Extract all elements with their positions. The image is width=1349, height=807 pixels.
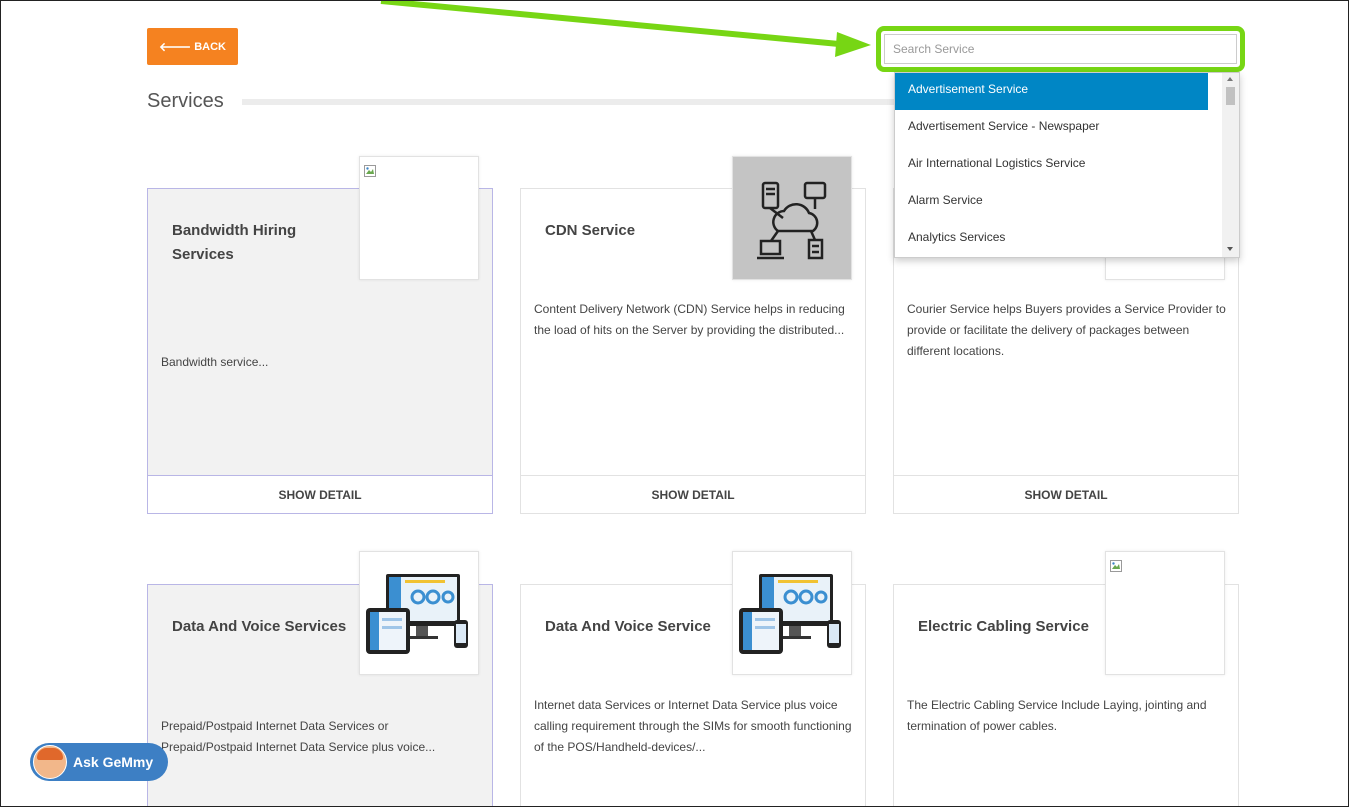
scroll-up-icon[interactable] (1227, 77, 1233, 81)
title-divider (242, 99, 894, 105)
card-image (359, 551, 479, 675)
dropdown-option[interactable]: Alarm Service (895, 184, 1208, 221)
arrow-left-icon: 🡐 (159, 40, 192, 54)
search-suggestions-dropdown[interactable]: Advertisement Service Advertisement Serv… (894, 72, 1240, 258)
dropdown-option[interactable]: Analytics Services (895, 221, 1208, 257)
scroll-thumb[interactable] (1226, 87, 1235, 105)
broken-image-icon (364, 165, 376, 177)
card-description: Internet data Services or Internet Data … (534, 698, 852, 754)
ask-gemmy-label: Ask GeMmy (73, 754, 154, 770)
cloud-network-icon (733, 157, 851, 279)
scroll-down-icon[interactable] (1227, 247, 1233, 251)
card-image (732, 156, 852, 280)
broken-image-icon (1110, 560, 1122, 572)
back-button[interactable]: 🡐 BACK (147, 28, 238, 65)
devices-dashboard-icon (366, 574, 468, 654)
card-title: Electric Cabling Service (918, 618, 1089, 635)
card-description: Content Delivery Network (CDN) Service h… (534, 302, 845, 337)
page-title: Services (147, 90, 224, 112)
card-image (732, 551, 852, 675)
show-detail-button[interactable]: SHOW DETAIL (147, 475, 493, 514)
devices-dashboard-icon (739, 574, 841, 654)
back-label: BACK (194, 40, 226, 53)
dropdown-option[interactable]: Air International Logistics Service (895, 147, 1208, 184)
dropdown-option[interactable]: Advertisement Service - Newspaper (895, 110, 1208, 147)
show-detail-button[interactable]: SHOW DETAIL (893, 475, 1239, 514)
dropdown-option[interactable]: Advertisement Service (895, 73, 1208, 110)
card-image (359, 156, 479, 280)
card-title: CDN Service (545, 222, 636, 239)
ask-gemmy-button[interactable]: Ask GeMmy (30, 743, 168, 781)
page: 🡐 BACK Services Bandwidth Hiring Service… (0, 0, 1349, 807)
card-title: Bandwidth Hiring Services (172, 222, 297, 263)
dropdown-scrollbar[interactable] (1222, 73, 1239, 257)
card-title: Data And Voice Services (172, 618, 347, 635)
search-highlight-box (876, 26, 1245, 72)
card-image (1105, 551, 1225, 675)
card-description: The Electric Cabling Service Include Lay… (907, 698, 1207, 733)
show-detail-button[interactable]: SHOW DETAIL (520, 475, 866, 514)
search-service-input[interactable] (884, 34, 1237, 64)
assistant-avatar-icon (33, 745, 67, 779)
card-description: Bandwidth service... (161, 355, 269, 369)
card-description: Prepaid/Postpaid Internet Data Services … (161, 719, 436, 754)
card-title: Data And Voice Service (545, 618, 711, 635)
card-description: Courier Service helps Buyers provides a … (907, 302, 1226, 358)
